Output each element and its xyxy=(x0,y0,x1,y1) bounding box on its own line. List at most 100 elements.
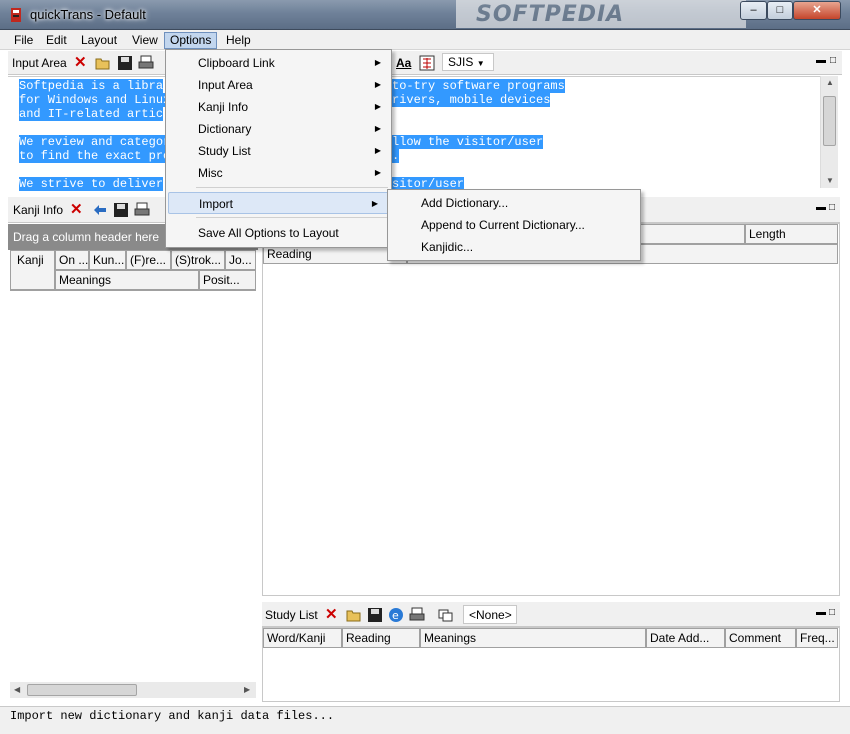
col-on[interactable]: On ... xyxy=(55,250,89,270)
panel-minimize-icon[interactable]: ▬ xyxy=(816,55,826,66)
col-meanings[interactable]: Meanings xyxy=(420,628,646,648)
col-comment[interactable]: Comment xyxy=(725,628,796,648)
col-jouyou[interactable]: Jo... xyxy=(225,250,256,270)
kanji-info-title: Kanji Info xyxy=(13,203,64,217)
submenu-arrow-icon: ▶ xyxy=(374,102,381,111)
title-bar: quickTrans - Default SOFTPEDIA – □ ✕ xyxy=(0,0,850,30)
menu-append-dictionary[interactable]: Append to Current Dictionary... xyxy=(388,214,640,236)
print-icon[interactable] xyxy=(409,607,425,623)
input-text-lines-right: to-try software programs rivers, mobile … xyxy=(392,79,565,191)
input-text-lines: Softpedia is a libra for Windows and Lin… xyxy=(19,79,171,191)
text-line: rivers, mobile devices xyxy=(392,93,551,107)
col-position[interactable]: Posit... xyxy=(199,270,256,290)
clear-icon[interactable]: ✕ xyxy=(74,53,90,71)
scroll-thumb[interactable] xyxy=(27,684,137,696)
text-line: for Windows and Linux xyxy=(19,93,171,107)
watermark-logo: SOFTPEDIA xyxy=(456,0,746,28)
print-icon[interactable] xyxy=(134,202,150,218)
text-line: We review and categor xyxy=(19,135,171,149)
menu-edit[interactable]: Edit xyxy=(40,32,73,49)
menu-clipboard-link[interactable]: Clipboard Link ▶ xyxy=(166,52,391,74)
text-line: to-try software programs xyxy=(392,79,565,93)
col-frequency[interactable]: (F)re... xyxy=(126,250,171,270)
menu-kanjidic[interactable]: Kanjidic... xyxy=(388,236,640,258)
col-reading[interactable]: Reading xyxy=(342,628,420,648)
menu-input-area[interactable]: Input Area ▶ xyxy=(166,74,391,96)
clear-icon[interactable]: ✕ xyxy=(325,605,341,623)
menu-add-dictionary[interactable]: Add Dictionary... xyxy=(388,192,640,214)
dictionary-grid: Length Reading xyxy=(262,223,840,596)
kanji-grid: Kanji On ... Kun... (F)re... (S)trok... … xyxy=(8,250,258,698)
save-icon[interactable] xyxy=(113,202,129,218)
col-meanings[interactable]: Meanings xyxy=(55,270,199,290)
menu-label: Clipboard Link xyxy=(198,56,275,70)
menu-help[interactable]: Help xyxy=(220,32,257,49)
panel-close-icon[interactable]: □ xyxy=(829,202,835,213)
menu-view[interactable]: View xyxy=(126,32,164,49)
panel-close-icon[interactable]: □ xyxy=(829,607,835,618)
save-icon[interactable] xyxy=(367,607,383,623)
clear-icon[interactable]: ✕ xyxy=(70,200,86,218)
menu-dictionary[interactable]: Dictionary ▶ xyxy=(166,118,391,140)
text-line: . xyxy=(392,149,400,163)
text-line: Softpedia is a libra xyxy=(19,79,164,93)
scroll-thumb[interactable] xyxy=(823,96,836,146)
text-line: to find the exact pro xyxy=(19,149,171,163)
input-scrollbar[interactable]: ▲ ▼ xyxy=(820,76,838,188)
menu-label: Kanji Info xyxy=(198,100,249,114)
kanji-grid-icon[interactable] xyxy=(419,55,435,71)
menu-label: Input Area xyxy=(198,78,253,92)
print-icon[interactable] xyxy=(138,55,154,71)
copy-to-study-icon[interactable] xyxy=(92,202,108,218)
menu-file[interactable]: File xyxy=(8,32,39,49)
menu-study-list[interactable]: Study List ▶ xyxy=(166,140,391,162)
menu-import[interactable]: Import ▶ xyxy=(168,192,389,214)
col-frequency[interactable]: Freq... xyxy=(796,628,838,648)
window-title: quickTrans - Default xyxy=(30,7,146,22)
panel-minimize-icon[interactable]: ▬ xyxy=(816,607,826,618)
internet-explorer-icon[interactable]: e xyxy=(388,607,404,623)
menu-label: Import xyxy=(199,197,234,211)
grid-divider xyxy=(10,290,256,291)
menu-kanji-info[interactable]: Kanji Info ▶ xyxy=(166,96,391,118)
text-line: and IT-related artic xyxy=(19,107,164,121)
menu-options[interactable]: Options xyxy=(164,32,218,49)
options-menu: Clipboard Link ▶ Input Area ▶ Kanji Info ▶ … xyxy=(165,49,392,248)
encoding-select[interactable]: SJIS ▼ xyxy=(442,53,494,71)
study-list-title: Study List xyxy=(265,608,318,622)
status-bar: Import new dictionary and kanji data fil… xyxy=(0,706,850,734)
menu-separator xyxy=(196,217,388,218)
col-kun[interactable]: Kun... xyxy=(89,250,126,270)
close-button[interactable]: ✕ xyxy=(793,1,841,20)
maximize-button[interactable]: □ xyxy=(767,1,793,20)
menu-label: Dictionary xyxy=(198,122,252,136)
menu-label: Save All Options to Layout xyxy=(198,226,339,240)
col-date-added[interactable]: Date Add... xyxy=(646,628,725,648)
menu-layout[interactable]: Layout xyxy=(75,32,123,49)
study-list-selector[interactable]: <None> xyxy=(463,605,517,624)
menu-save-options[interactable]: Save All Options to Layout xyxy=(166,222,391,244)
col-word-kanji[interactable]: Word/Kanji xyxy=(263,628,342,648)
scroll-down-icon[interactable]: ▼ xyxy=(826,176,834,185)
input-text-area[interactable]: Softpedia is a libra for Windows and Lin… xyxy=(8,76,820,191)
submenu-arrow-icon: ▶ xyxy=(374,146,381,155)
font-size-icon[interactable]: Aa xyxy=(396,56,411,70)
menu-misc[interactable]: Misc ▶ xyxy=(166,162,391,184)
windows-icon[interactable] xyxy=(438,607,454,623)
minimize-button[interactable]: – xyxy=(740,1,767,20)
col-kanji[interactable]: Kanji xyxy=(10,250,55,290)
panel-minimize-icon[interactable]: ▬ xyxy=(816,202,826,213)
open-folder-icon[interactable] xyxy=(95,55,111,71)
input-area-title: Input Area xyxy=(12,56,67,70)
save-icon[interactable] xyxy=(117,55,133,71)
scroll-left-icon[interactable]: ◀ xyxy=(14,685,20,694)
menu-bar: File Edit Layout View Options Help xyxy=(0,30,850,50)
scroll-up-icon[interactable]: ▲ xyxy=(826,78,834,87)
panel-close-icon[interactable]: □ xyxy=(830,55,836,66)
menu-label: Study List xyxy=(198,144,251,158)
scroll-right-icon[interactable]: ▶ xyxy=(244,685,250,694)
col-length[interactable]: Length xyxy=(745,224,838,244)
kanji-hscrollbar[interactable]: ◀ ▶ xyxy=(10,682,256,698)
open-folder-icon[interactable] xyxy=(346,607,362,623)
col-strokes[interactable]: (S)trok... xyxy=(171,250,225,270)
